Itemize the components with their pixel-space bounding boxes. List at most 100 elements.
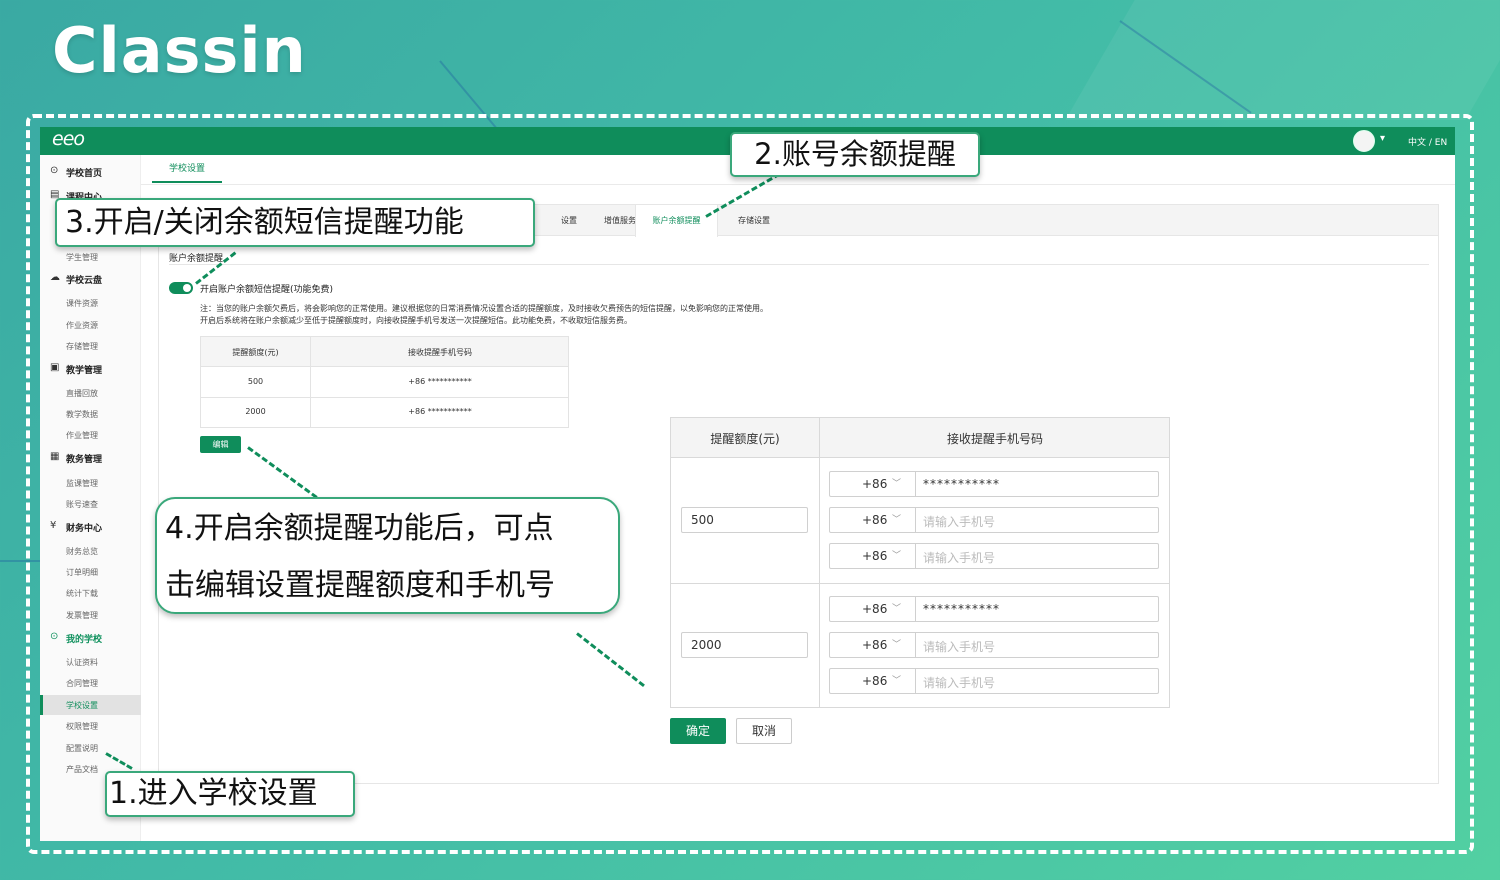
language-switch[interactable]: 中文 / EN [1408,135,1447,148]
table-divider [201,397,568,398]
sidebar-item-label: 财务总览 [66,547,98,556]
country-code-select[interactable]: +86 ﹀ [830,472,916,496]
sidebar-group-label: 我的学校 [66,635,103,645]
sidebar-group-label: 学校首页 [66,169,103,179]
phone-placeholder[interactable]: 请输入手机号 [923,674,995,691]
chevron-down-icon: ﹀ [892,676,902,686]
callout-step4: 4.开启余额提醒功能后，可点 击编辑设置提醒额度和手机号 [155,497,620,614]
country-code: +86 [862,602,888,616]
sidebar-item-23[interactable]: 合同管理 [40,673,141,693]
sidebar-group-16[interactable]: ¥ 财务中心 [40,516,141,536]
sidebar-item-20[interactable]: 发票管理 [40,605,141,625]
home-icon: ⊙ [50,165,59,176]
edit-button[interactable]: 编辑 [200,436,241,453]
country-code: +86 [862,638,888,652]
sidebar-group-9[interactable]: ▣ 教学管理 [40,358,141,378]
cancel-button[interactable]: 取消 [736,718,792,744]
phone-number[interactable]: *********** [923,477,1000,491]
sidebar-item-label: 发票管理 [66,611,98,620]
callout-step4-line2: 击编辑设置提醒额度和手机号 [165,568,555,603]
sidebar: ⊙学校首页▤课程中心课节统计教师管理学生管理☁学校云盘课件资源作业资源存储管理▣… [40,155,141,841]
sms-reminder-toggle[interactable] [169,282,193,294]
chevron-down-icon: ﹀ [892,479,902,489]
country-code-select[interactable]: +86 ﹀ [830,633,916,657]
background-shape [1065,0,1500,120]
tab-storage[interactable]: 存储设置 [718,205,790,236]
sidebar-item-label: 课件资源 [66,299,98,308]
chevron-down-icon: ﹀ [892,515,902,525]
chevron-down-icon: ﹀ [892,604,902,614]
cloud-icon: ☁ [50,272,60,283]
phone-placeholder[interactable]: 请输入手机号 [923,513,995,530]
sidebar-item-label: 配置说明 [66,744,98,753]
eeo-logo[interactable]: eeo [52,128,85,150]
phone-field[interactable]: +86 ﹀ 请输入手机号 [829,632,1159,658]
sidebar-item-14[interactable]: 监课管理 [40,473,141,493]
classin-logo: Classin [52,14,307,87]
user-avatar[interactable] [1353,130,1375,152]
sidebar-item-24[interactable]: 学校设置 [40,695,141,715]
phone-field[interactable]: +86 ﹀ 请输入手机号 [829,507,1159,533]
note-line-2: 开启后系统将在账户余额减少至低于提醒额度时，向接收提醒手机号发送一次提醒短信。此… [200,316,632,325]
chevron-down-icon: ﹀ [892,551,902,561]
country-code: +86 [862,674,888,688]
sidebar-item-label: 监课管理 [66,479,98,488]
sidebar-item-4[interactable]: 学生管理 [40,247,141,267]
country-code-select[interactable]: +86 ﹀ [830,544,916,568]
sidebar-item-17[interactable]: 财务总览 [40,541,141,561]
tab-school-settings[interactable]: 学校设置 [152,155,222,183]
phone-number[interactable]: *********** [923,602,1000,616]
toggle-label: 开启账户余额短信提醒(功能免费) [200,285,334,295]
sidebar-item-8[interactable]: 存储管理 [40,336,141,356]
phone-placeholder[interactable]: 请输入手机号 [923,638,995,655]
tab-balance-reminder[interactable]: 账户余额提醒 [635,205,718,237]
caret-down-icon[interactable]: ▾ [1380,133,1385,144]
amount-input[interactable]: 2000 [681,632,808,658]
sidebar-group-21[interactable]: ⊙ 我的学校 [40,627,141,647]
sidebar-item-label: 账号速查 [66,500,98,509]
sidebar-item-label: 教学数据 [66,410,98,419]
confirm-button[interactable]: 确定 [670,718,726,744]
sidebar-group-13[interactable]: ▦ 教务管理 [40,447,141,467]
phone-field[interactable]: +86 ﹀ 请输入手机号 [829,668,1159,694]
sidebar-item-label: 产品文档 [66,765,98,774]
callout-step1: 1.进入学校设置 [105,771,355,817]
sidebar-item-label: 作业管理 [66,431,98,440]
amount-input[interactable]: 500 [681,507,808,533]
sidebar-item-25[interactable]: 权限管理 [40,716,141,736]
section-title: 账户余额提醒 [169,254,224,264]
sidebar-item-12[interactable]: 作业管理 [40,425,141,445]
sidebar-item-label: 合同管理 [66,679,98,688]
callout-step4-line1: 4.开启余额提醒功能后，可点 [165,511,554,546]
phone-field[interactable]: +86 ﹀ *********** [829,596,1159,622]
form-header-amount: 提醒额度(元) [710,432,780,446]
sidebar-item-label: 认证资料 [66,658,98,667]
grid-icon: ▦ [50,451,60,462]
sidebar-item-label: 统计下载 [66,589,98,598]
sidebar-item-22[interactable]: 认证资料 [40,652,141,672]
sidebar-item-6[interactable]: 课件资源 [40,293,141,313]
phone-field[interactable]: +86 ﹀ *********** [829,471,1159,497]
sidebar-item-11[interactable]: 教学数据 [40,404,141,424]
table-cell-phone: +86 *********** [408,377,472,386]
sidebar-group-0[interactable]: ⊙ 学校首页 [40,161,141,181]
phone-field[interactable]: +86 ﹀ 请输入手机号 [829,543,1159,569]
callout-step3: 3.开启/关闭余额短信提醒功能 [55,198,535,247]
sidebar-item-19[interactable]: 统计下载 [40,583,141,603]
table-cell-amount: 2000 [245,407,266,416]
sidebar-item-26[interactable]: 配置说明 [40,738,141,758]
sidebar-item-18[interactable]: 订单明细 [40,562,141,582]
section-divider [169,264,1429,265]
phone-placeholder[interactable]: 请输入手机号 [923,549,995,566]
sidebar-item-7[interactable]: 作业资源 [40,315,141,335]
table-cell-amount: 500 [247,377,264,386]
sidebar-item-15[interactable]: 账号速查 [40,494,141,514]
country-code-select[interactable]: +86 ﹀ [830,597,916,621]
sidebar-item-10[interactable]: 直播回放 [40,383,141,403]
country-code: +86 [862,477,888,491]
country-code-select[interactable]: +86 ﹀ [830,508,916,532]
chart-board-icon: ▣ [50,362,60,373]
country-code-select[interactable]: +86 ﹀ [830,669,916,693]
sidebar-group-5[interactable]: ☁ 学校云盘 [40,268,141,288]
school-icon: ⊙ [50,631,59,642]
